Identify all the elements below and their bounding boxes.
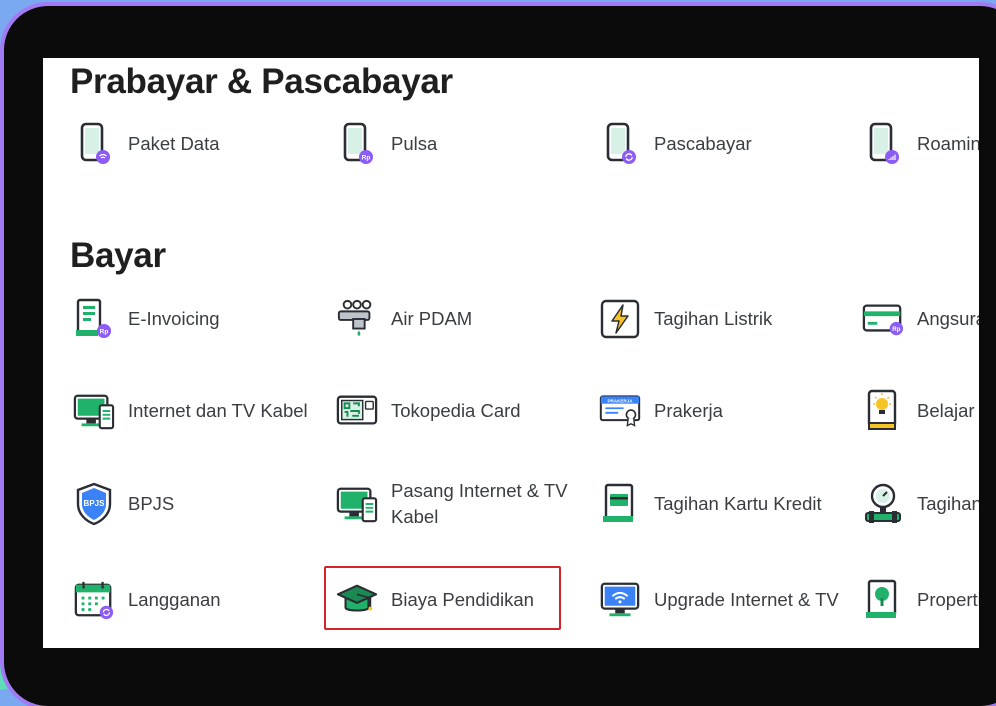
calendar-icon [73, 579, 115, 621]
item-tokopedia-card[interactable]: Tokopedia Card [336, 381, 586, 441]
tokopedia-card-icon [336, 390, 378, 432]
item-e-invoicing[interactable]: Rp E-Invoicing [73, 289, 323, 349]
certificate-icon: PRAKERJA [599, 390, 641, 432]
item-roaming[interactable]: Roaming [862, 114, 979, 174]
item-upgrade-internet[interactable]: Upgrade Internet & TV [599, 570, 849, 630]
monitor-install-icon [336, 483, 378, 525]
item-label: Properti [917, 589, 979, 610]
monitor-wifi-icon [599, 579, 641, 621]
item-biaya-pendidikan[interactable]: Biaya Pendidikan [336, 570, 586, 630]
item-belajar[interactable]: Belajar [862, 381, 979, 441]
svg-text:Rp: Rp [362, 155, 371, 162]
item-label: Tagihan Listrik [654, 308, 773, 329]
phone-wifi-icon [73, 122, 115, 165]
item-internet-tv-kabel[interactable]: Internet dan TV Kabel [73, 381, 323, 441]
property-tree-icon [862, 579, 904, 621]
item-label: Langganan [128, 589, 221, 610]
credit-card-icon: Rp [862, 298, 904, 340]
item-label: Internet dan TV Kabel [128, 400, 308, 421]
item-label: Pasang Internet & TV Kabel [391, 480, 568, 527]
item-label: Belajar [917, 400, 975, 421]
item-label: Tagihan Gas [917, 493, 979, 514]
item-angsuran[interactable]: Rp Angsuran Kredit [862, 289, 979, 349]
item-label: Upgrade Internet & TV [654, 589, 839, 610]
item-label: Pascabayar [654, 133, 752, 154]
item-label: Pulsa [391, 133, 438, 154]
item-label: Roaming [917, 133, 979, 154]
item-tagihan-gas[interactable]: Tagihan Gas [862, 474, 979, 534]
item-tagihan-listrik[interactable]: Tagihan Listrik [599, 289, 849, 349]
item-label: Tagihan Kartu Kredit [654, 493, 822, 514]
svg-text:BPJS: BPJS [84, 499, 106, 508]
item-prakerja[interactable]: PRAKERJA Prakerja [599, 381, 849, 441]
item-label: Air PDAM [391, 308, 473, 329]
item-langganan[interactable]: Langganan [73, 570, 323, 630]
item-label: Prakerja [654, 400, 723, 421]
svg-text:Rp: Rp [100, 329, 109, 336]
item-properti[interactable]: Properti [862, 570, 979, 630]
invoice-icon: Rp [73, 298, 115, 340]
item-label: Biaya Pendidikan [391, 589, 534, 610]
screen: Prabayar & Pascabayar Paket Data Rp Puls… [43, 58, 979, 648]
section-title-bayar: Bayar [70, 236, 166, 275]
svg-text:Rp: Rp [892, 326, 900, 333]
book-bulb-icon [862, 389, 904, 432]
item-label: Tokopedia Card [391, 400, 521, 421]
item-label: Angsuran Kredit [917, 308, 979, 329]
item-pulsa[interactable]: Rp Pulsa [336, 114, 586, 174]
phone-refresh-icon [599, 122, 641, 165]
item-pascabayar[interactable]: Pascabayar [599, 114, 849, 174]
item-tagihan-kartu-kredit[interactable]: Tagihan Kartu Kredit [599, 474, 849, 534]
bpjs-shield-icon: BPJS [73, 482, 115, 526]
gas-meter-icon [862, 483, 904, 525]
graduation-cap-icon [336, 579, 378, 621]
section-title-prabayar: Prabayar & Pascabayar [70, 62, 453, 101]
phone-rp-icon: Rp [336, 122, 378, 165]
item-label: E-Invoicing [128, 308, 220, 329]
lightning-icon [599, 298, 641, 340]
item-pasang-internet[interactable]: Pasang Internet & TV Kabel [336, 474, 586, 534]
svg-text:PRAKERJA: PRAKERJA [607, 398, 633, 403]
item-paket-data[interactable]: Paket Data [73, 114, 323, 174]
item-air-pdam[interactable]: Air PDAM [336, 289, 586, 349]
item-label: Paket Data [128, 133, 220, 154]
card-receipt-icon [599, 483, 641, 525]
monitor-phone-icon [73, 390, 115, 432]
item-bpjs[interactable]: BPJS BPJS [73, 474, 323, 534]
device-frame: Prabayar & Pascabayar Paket Data Rp Puls… [4, 6, 996, 706]
item-label: BPJS [128, 493, 175, 514]
water-tap-icon [336, 298, 378, 340]
phone-signal-icon [862, 122, 904, 165]
